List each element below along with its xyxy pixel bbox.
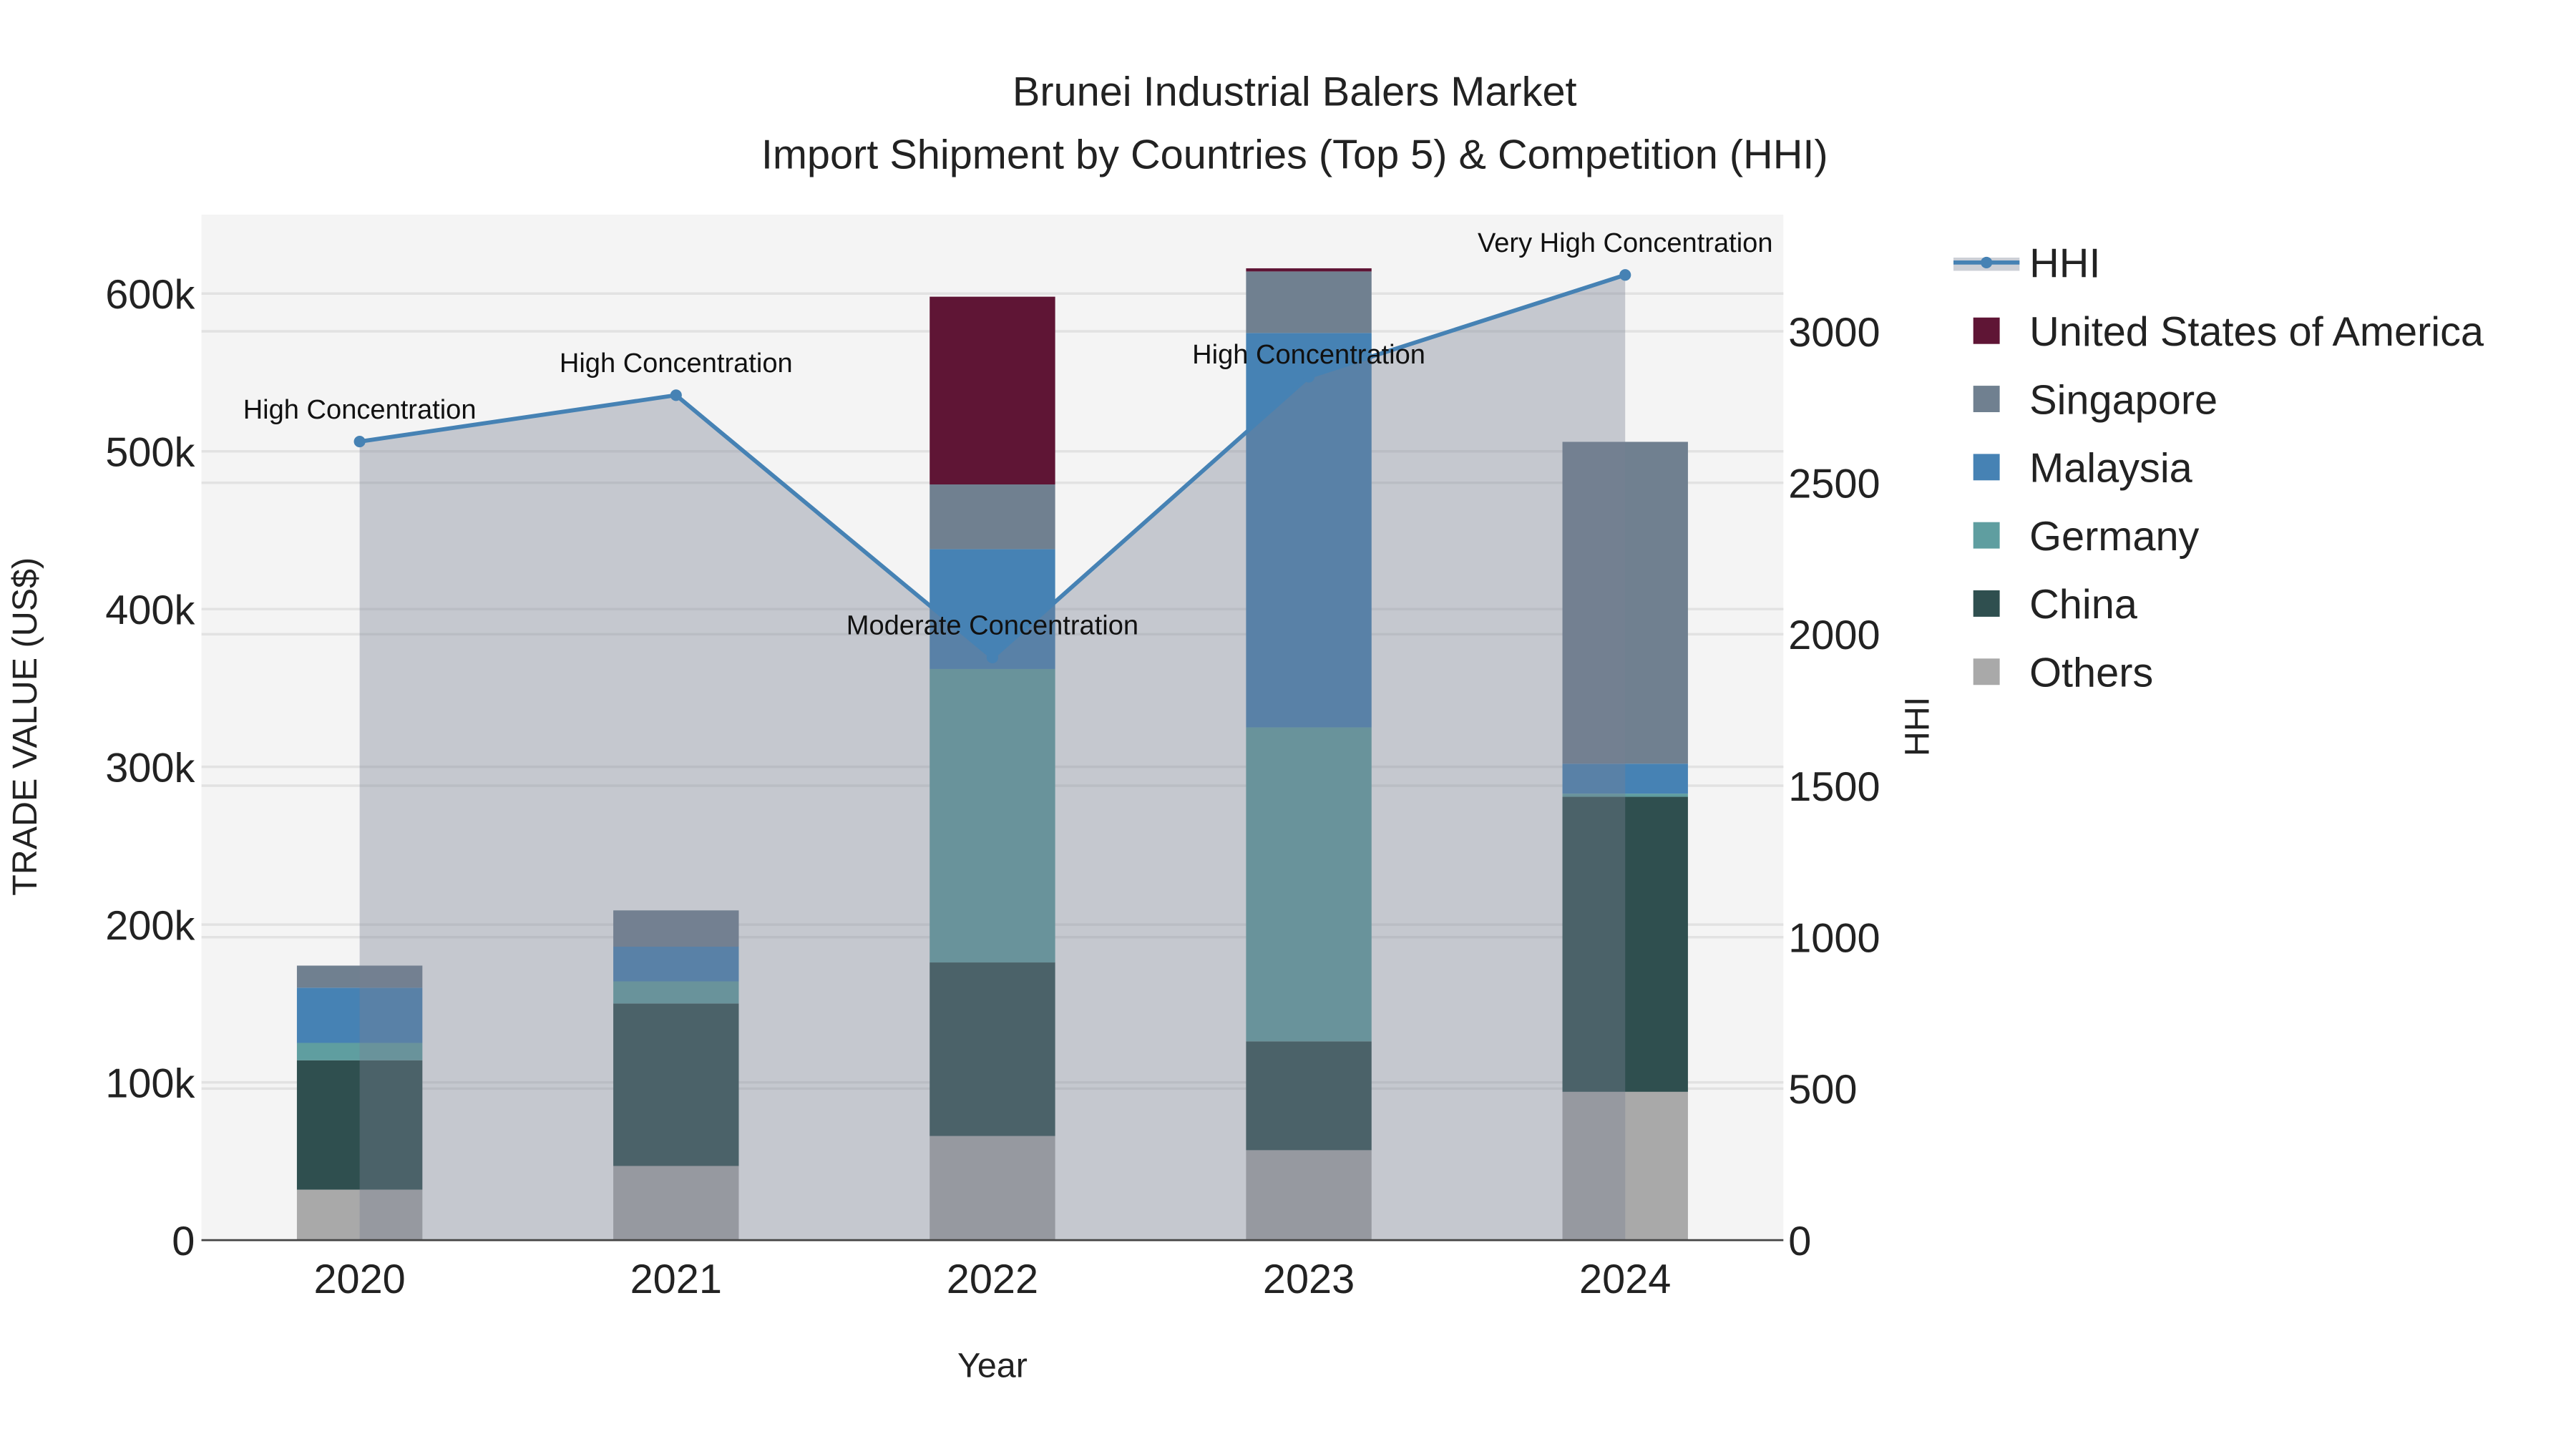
y-tick-label: 400k	[105, 587, 195, 633]
hhi-marker	[986, 651, 998, 664]
y-axis-label: TRADE VALUE (US$)	[6, 557, 44, 896]
y-tick-label: 600k	[105, 272, 195, 318]
y-tick-label: 500k	[105, 429, 195, 475]
y2-tick-label: 0	[1788, 1219, 1811, 1264]
bar-singapore	[930, 484, 1055, 550]
chart-subtitle: Import Shipment by Countries (Top 5) & C…	[761, 132, 1828, 177]
y2-axis-label: HHI	[1898, 697, 1936, 756]
legend-swatch	[1973, 454, 2000, 481]
hhi-annotation: Very High Concentration	[1478, 228, 1773, 258]
legend-label: Malaysia	[2029, 446, 2193, 492]
chart: Brunei Industrial Balers Market Import S…	[6, 69, 2484, 1385]
hhi-annotation: High Concentration	[243, 395, 477, 425]
x-tick-label: 2021	[630, 1257, 722, 1302]
x-tick-label: 2020	[313, 1257, 405, 1302]
hhi-annotation: Moderate Concentration	[847, 611, 1138, 641]
y-tick-label: 300k	[105, 745, 195, 791]
hhi-marker	[353, 436, 366, 448]
hhi-marker	[1619, 269, 1631, 281]
x-axis-label: Year	[957, 1347, 1028, 1385]
hhi-annotation: High Concentration	[560, 348, 793, 379]
bar-united-states-of-america	[1246, 268, 1372, 272]
legend-swatch	[1973, 386, 2000, 412]
legend-swatch	[1973, 317, 2000, 344]
x-tick-label: 2022	[947, 1257, 1038, 1302]
legend-label: Others	[2029, 650, 2153, 696]
y2-tick-label: 1000	[1788, 915, 1880, 961]
y2-tick-label: 2500	[1788, 461, 1880, 507]
legend-label: Singapore	[2029, 377, 2218, 423]
y-tick-label: 100k	[105, 1060, 195, 1106]
legend-hhi-marker	[1981, 256, 1993, 268]
y2-tick-label: 3000	[1788, 310, 1880, 356]
x-tick-label: 2023	[1263, 1257, 1355, 1302]
legend-label: Germany	[2029, 514, 2199, 560]
x-tick-label: 2024	[1579, 1257, 1671, 1302]
y2-tick-label: 2000	[1788, 613, 1880, 658]
legend-label: HHI	[2029, 241, 2100, 287]
bar-united-states-of-america	[930, 296, 1055, 485]
y-tick-label: 200k	[105, 903, 195, 949]
y2-tick-label: 1500	[1788, 764, 1880, 810]
y-tick-label: 0	[172, 1219, 195, 1264]
legend-swatch	[1973, 590, 2000, 617]
legend-label: China	[2029, 582, 2138, 628]
legend-label: United States of America	[2029, 309, 2484, 355]
legend-swatch	[1973, 658, 2000, 686]
hhi-marker	[1303, 371, 1315, 383]
chart-title: Brunei Industrial Balers Market	[1013, 69, 1577, 115]
bar-singapore	[1246, 271, 1372, 333]
hhi-marker	[670, 389, 682, 401]
legend-swatch	[1973, 522, 2000, 549]
hhi-annotation: High Concentration	[1192, 340, 1425, 370]
y2-tick-label: 500	[1788, 1067, 1857, 1113]
